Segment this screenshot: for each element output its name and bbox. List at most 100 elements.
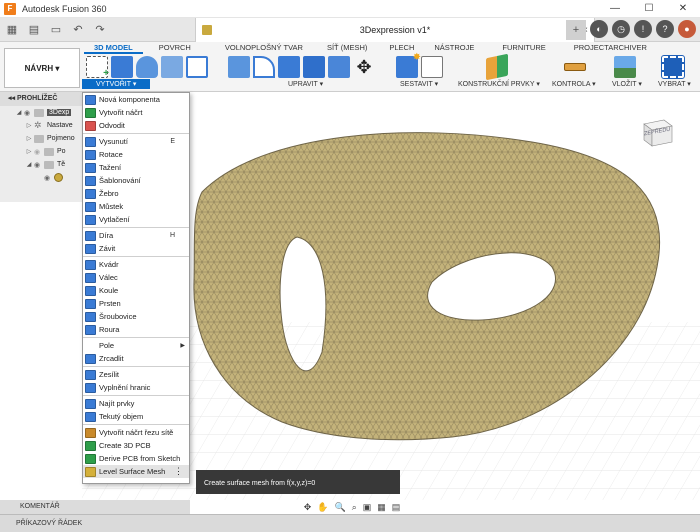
browser-row-origin[interactable]: ▷ ◉ Po [0, 145, 82, 158]
menu-item-21[interactable]: Vyplnění hranic [83, 381, 189, 394]
menu-item-2[interactable]: Odvodit [83, 119, 189, 132]
close-window-button[interactable]: ✕ [666, 0, 700, 18]
select-icon[interactable] [661, 55, 685, 79]
viewports-icon[interactable]: ▤ [392, 502, 401, 513]
fit-icon[interactable]: ⌕ [352, 502, 357, 513]
move-icon[interactable]: ✥ [353, 56, 375, 78]
collapse-triangle-icon[interactable]: ◢ [14, 109, 24, 116]
menu-item-18[interactable]: Pole ▶ [83, 339, 189, 352]
insert-image-icon[interactable] [614, 56, 636, 78]
assemble-menu-button[interactable]: SESTAVIT ▾ [400, 80, 438, 88]
menu-item-16[interactable]: Šroubovice [83, 310, 189, 323]
menu-item-20[interactable]: Zesílit [83, 368, 189, 381]
job-status-icon[interactable]: ◷ [612, 20, 630, 38]
comments-panel[interactable]: KOMENTÁŘ [0, 500, 190, 514]
menu-item-25[interactable]: Create 3D PCB [83, 439, 189, 452]
tab-3d-model[interactable]: 3D MODEL [84, 42, 143, 54]
minimize-button[interactable]: — [598, 0, 632, 18]
menu-item-24[interactable]: Vytvořit náčrt řezu sítě [83, 426, 189, 439]
visibility-eye-icon[interactable]: ◉ [24, 109, 34, 117]
menu-item-8[interactable]: Můstek [83, 200, 189, 213]
grid-settings-icon[interactable]: ▦ [377, 502, 386, 513]
new-tab-icon[interactable]: + [566, 20, 586, 40]
create-sketch-icon[interactable]: + [86, 56, 109, 79]
revolve-icon[interactable] [136, 56, 158, 78]
tab-furniture[interactable]: FURNITURE [492, 42, 555, 54]
redo-icon[interactable]: ↷ [90, 20, 110, 40]
visibility-eye-icon[interactable]: ◉ [44, 174, 54, 182]
menu-item-26[interactable]: Derive PCB from Sketch [83, 452, 189, 465]
measure-icon[interactable] [564, 63, 586, 71]
viewcube[interactable]: ZEPŘEDU [638, 112, 676, 150]
workspace-switcher[interactable]: NÁVRH ▾ [4, 48, 80, 88]
document-tab[interactable]: 3Dexpression v1* × [195, 18, 595, 42]
visibility-eye-icon[interactable]: ◉ [34, 161, 44, 169]
menu-item-9[interactable]: Vytlačení [83, 213, 189, 226]
create-menu-button[interactable]: VYTVOŘIT ▾ [82, 79, 151, 89]
zoom-icon[interactable]: 🔍 [334, 502, 345, 513]
menu-item-23[interactable]: Tekutý objem [83, 410, 189, 423]
file-menu-icon[interactable]: ▤ [24, 20, 44, 40]
menu-item-3[interactable]: Vysunutí E [83, 135, 189, 148]
extrude-icon[interactable] [111, 56, 133, 78]
browser-row-settings[interactable]: ▷ ✲ Nastave [0, 119, 82, 132]
joint-icon[interactable] [421, 56, 443, 78]
menu-item-13[interactable]: Válec [83, 271, 189, 284]
menu-item-4[interactable]: Rotace [83, 148, 189, 161]
command-line[interactable]: PŘÍKAZOVÝ ŘÁDEK [0, 514, 700, 532]
insert-menu-button[interactable]: VLOŽIT ▾ [612, 80, 642, 88]
browser-row-bodies[interactable]: ◢ ◉ Tě [0, 158, 82, 171]
browser-row-mesh-body[interactable]: ◉ [0, 171, 82, 184]
menu-item-19[interactable]: Zrcadlit [83, 352, 189, 365]
grid-menu-icon[interactable]: ▦ [2, 20, 22, 40]
display-settings-icon[interactable]: ▣ [363, 502, 372, 513]
user-avatar[interactable]: ● [678, 20, 696, 38]
press-pull-icon[interactable] [228, 56, 250, 78]
menu-item-27[interactable]: Level Surface Mesh ⋮ [83, 465, 189, 478]
menu-item-12[interactable]: Kvádr [83, 258, 189, 271]
expand-triangle-icon[interactable]: ▷ [24, 122, 34, 129]
expand-triangle-icon[interactable]: ▷ [24, 148, 34, 155]
menu-item-0[interactable]: Nová komponenta [83, 93, 189, 106]
expand-triangle-icon[interactable]: ▷ [24, 135, 34, 142]
menu-item-6[interactable]: Šablonování [83, 174, 189, 187]
menu-item-15[interactable]: Prsten [83, 297, 189, 310]
tab-freeform[interactable]: VOLNOPLOŠNÝ TVAR [215, 42, 313, 54]
fillet-icon[interactable] [253, 56, 275, 78]
tab-surface[interactable]: POVRCH [149, 42, 201, 54]
undo-icon[interactable]: ↶ [68, 20, 88, 40]
hole-icon[interactable] [161, 56, 183, 78]
orbit-icon[interactable]: ✥ [304, 502, 312, 513]
save-icon[interactable]: ▭ [46, 20, 66, 40]
menu-item-22[interactable]: Najít prvky [83, 397, 189, 410]
tab-mesh[interactable]: SÍŤ (MESH) [317, 42, 377, 54]
extensions-icon[interactable]: ◐ [590, 20, 608, 38]
menu-item-14[interactable]: Koule [83, 284, 189, 297]
visibility-eye-icon[interactable]: ◉ [34, 148, 44, 156]
pan-icon[interactable]: ✋ [317, 502, 328, 513]
browser-row-root[interactable]: ◢ ◉ 3Dexp [0, 106, 82, 119]
menu-item-17[interactable]: Roura [83, 323, 189, 336]
offset-plane-icon[interactable] [486, 53, 508, 81]
help-icon[interactable]: ? [656, 20, 674, 38]
tab-projectarchiver[interactable]: PROJECTARCHIVER [564, 42, 657, 54]
tab-tools[interactable]: NÁSTROJE [424, 42, 484, 54]
menu-item-1[interactable]: Vytvořit náčrt [83, 106, 189, 119]
collapse-triangle-icon[interactable]: ◢ [24, 161, 34, 168]
menu-item-10[interactable]: Díra H [83, 229, 189, 242]
menu-item-5[interactable]: Tažení [83, 161, 189, 174]
browser-header[interactable]: ◂◂ PROHLÍŽEČ [0, 92, 82, 106]
chamfer-icon[interactable] [278, 56, 300, 78]
menu-item-11[interactable]: Závit [83, 242, 189, 255]
shell-icon[interactable] [303, 56, 325, 78]
select-menu-button[interactable]: VYBRAT ▾ [658, 80, 691, 88]
browser-row-named-views[interactable]: ▷ Pojmeno [0, 132, 82, 145]
new-component-icon[interactable]: ✸ [396, 52, 421, 78]
more-options-icon[interactable]: ⋮ [174, 466, 183, 477]
inspect-menu-button[interactable]: KONTROLA ▾ [552, 80, 596, 88]
menu-item-7[interactable]: Žebro [83, 187, 189, 200]
combine-icon[interactable] [328, 56, 350, 78]
pattern-icon[interactable] [186, 56, 208, 78]
construct-menu-button[interactable]: KONSTRUKČNÍ PRVKY ▾ [458, 80, 540, 88]
modify-menu-button[interactable]: UPRAVIT ▾ [288, 80, 323, 88]
